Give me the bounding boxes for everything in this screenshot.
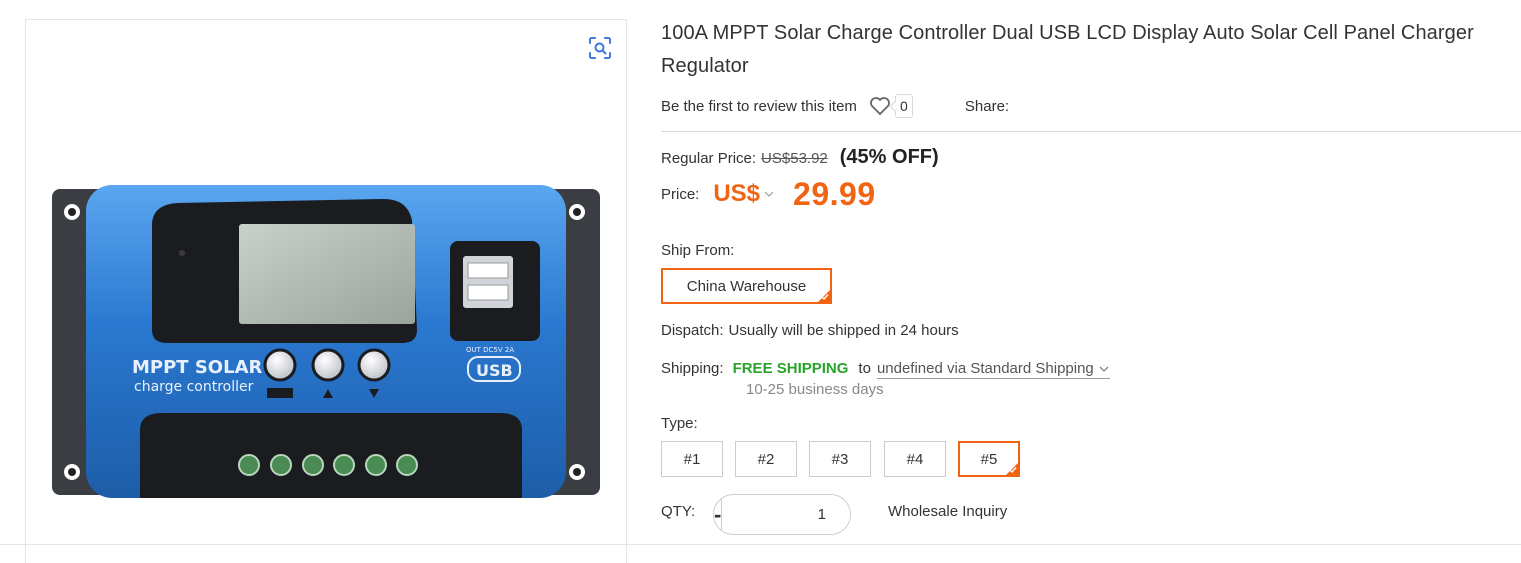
ship-from-option-label: China Warehouse [686, 277, 807, 295]
device-out-text: OUT DC5V 2A [466, 346, 514, 354]
type-option-label: #1 [683, 450, 701, 468]
check-icon [1009, 467, 1017, 474]
type-option-3[interactable]: #3 [809, 441, 871, 477]
regular-price-label: Regular Price: [661, 150, 757, 167]
heart-icon[interactable] [869, 96, 891, 116]
device-usb-text: USB [476, 361, 513, 380]
shipping-label: Shipping: [661, 360, 724, 377]
qty-input[interactable] [721, 495, 850, 534]
review-link[interactable]: Be the first to review this item [661, 98, 857, 115]
shipping-row: Shipping: FREE SHIPPING to undefined via… [661, 360, 1110, 379]
qty-label: QTY: [661, 503, 696, 520]
quantity-stepper: - + [713, 494, 851, 535]
ship-from-label: Ship From: [661, 242, 735, 259]
device-sub-text: charge controller [134, 379, 254, 395]
product-title: 100A MPPT Solar Charge Controller Dual U… [661, 22, 1474, 77]
type-option-1[interactable]: #1 [661, 441, 723, 477]
shipping-method-selector[interactable]: undefined via Standard Shipping [876, 360, 1110, 379]
shipping-method-label: undefined via Standard Shipping [876, 360, 1094, 377]
shipping-to-text: to [858, 360, 871, 377]
chevron-down-icon [1098, 363, 1110, 375]
regular-price: US$53.92 [761, 150, 828, 167]
free-shipping-badge: FREE SHIPPING [732, 360, 849, 377]
qty-decrement-button[interactable]: - [714, 495, 722, 534]
type-option-label: #4 [906, 450, 924, 468]
dispatch-value: Usually will be shipped in 24 hours [728, 322, 959, 339]
divider [661, 131, 1521, 132]
share-label: Share: [964, 97, 1010, 115]
delivery-time: 10-25 business days [746, 381, 884, 398]
review-row: Be the first to review this item 0 Share… [661, 93, 1009, 119]
type-option-4[interactable]: #4 [884, 441, 946, 477]
type-label: Type: [661, 415, 698, 432]
product-image[interactable]: MPPT SOLAR charge controller OUT DC5V 2A… [52, 185, 600, 500]
product-info: 100A MPPT Solar Charge Controller Dual U… [661, 0, 1521, 563]
chevron-down-icon[interactable] [763, 188, 775, 200]
regular-price-row: Regular Price: US$53.92 (45% OFF) [661, 146, 939, 169]
product-gallery: MPPT SOLAR charge controller OUT DC5V 2A… [25, 19, 627, 563]
discount-badge: (45% OFF) [839, 146, 939, 168]
ship-from-option-china-warehouse[interactable]: China Warehouse [661, 268, 832, 304]
scan-zoom-icon[interactable] [588, 36, 612, 60]
currency-selector[interactable]: US$ [713, 180, 760, 208]
wishlist-count: 0 [894, 94, 913, 118]
dispatch-row: Dispatch: Usually will be shipped in 24 … [661, 322, 959, 339]
section-divider [0, 544, 1521, 545]
type-option-label: #3 [831, 450, 849, 468]
price-row: Price: US$ 29.99 [661, 174, 876, 214]
current-price: 29.99 [793, 175, 876, 212]
wholesale-inquiry-link[interactable]: Wholesale Inquiry [888, 503, 1007, 520]
type-option-label: #5 [980, 450, 998, 468]
type-option-label: #2 [757, 450, 775, 468]
check-icon [821, 294, 829, 301]
dispatch-label: Dispatch: [661, 322, 724, 339]
type-option-2[interactable]: #2 [735, 441, 797, 477]
device-brand-text: MPPT SOLAR [132, 357, 263, 378]
type-option-5[interactable]: #5 [958, 441, 1020, 477]
price-label: Price: [661, 185, 700, 203]
